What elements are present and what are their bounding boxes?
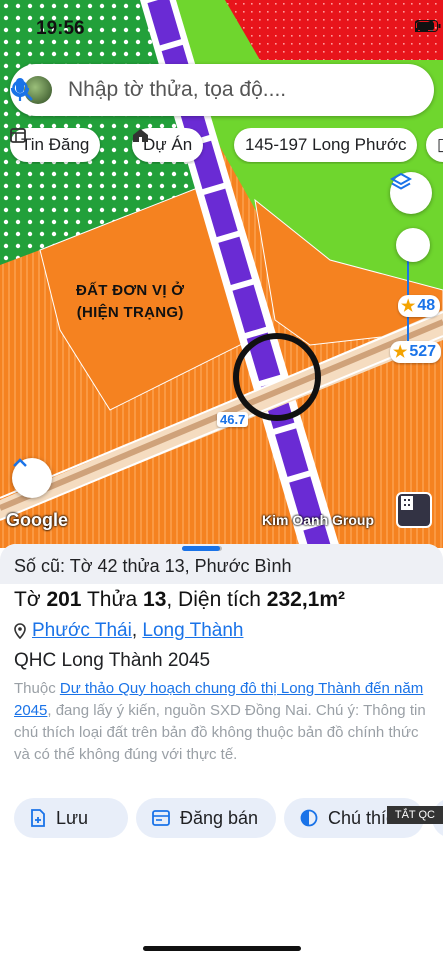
disable-ads-button[interactable]: TẮT QC: [386, 806, 443, 824]
road-label-value: 46.7: [220, 412, 246, 427]
chip-more[interactable]: ▯: [426, 128, 443, 162]
ward-link[interactable]: Phước Thái: [32, 620, 132, 641]
plan-name: QHC Long Thành 2045: [14, 650, 211, 671]
zone-label: ĐẤT ĐƠN VỊ Ở (HIỆN TRẠNG): [76, 280, 184, 324]
filter-chips: Tin Đăng Dự Án 145-197 Long Phước ▯: [10, 128, 443, 164]
post-for-sale-button[interactable]: Đăng bán: [136, 798, 276, 838]
post-icon: [152, 810, 170, 826]
battery-icon: [415, 20, 441, 32]
save-button[interactable]: Lưu: [14, 798, 128, 838]
parcel-number: 13: [143, 588, 167, 611]
street-view-thumbnail[interactable]: [396, 492, 432, 528]
chevron-up-icon: [13, 458, 27, 467]
google-logo: Google: [6, 510, 68, 530]
parcel-title: Tờ 201 Thửa 13, Diện tích 232,1m²: [14, 588, 345, 611]
brand-watermark: Kim Oanh Group: [262, 512, 374, 528]
zone-label-line2: (HIỆN TRẠNG): [76, 304, 184, 321]
more-icon: ▯: [437, 135, 443, 154]
post-label: Đăng bán: [180, 807, 259, 828]
chip-address[interactable]: 145-197 Long Phước: [234, 128, 418, 162]
action-buttons: Lưu Đăng bán Chú thích: [14, 798, 443, 838]
listing-icon: [10, 128, 26, 143]
chip-label: Tin Đăng: [21, 135, 90, 154]
sheet-number: 201: [46, 588, 82, 611]
rating-badge[interactable]: ★ 527: [390, 341, 442, 363]
map-view[interactable]: 19:56 Nhập tờ thửa, tọa độ.... Tin Đăng …: [0, 0, 443, 548]
parcel-info-sheet: Số cũ: Tờ 42 thửa 13, Phước Bình Tờ 201 …: [0, 544, 443, 960]
chip-du-an[interactable]: Dự Án: [132, 128, 204, 162]
search-input[interactable]: Nhập tờ thửa, tọa độ....: [68, 78, 286, 102]
road-width-label: 46.7: [217, 412, 249, 427]
legend-icon: [300, 809, 318, 827]
badge-value: 48: [417, 297, 436, 314]
district-link[interactable]: Long Thành: [142, 620, 243, 641]
layers-icon: [390, 172, 412, 190]
microphone-icon[interactable]: [10, 77, 30, 103]
old-reference: Số cũ: Tờ 42 thửa 13, Phước Bình: [14, 556, 292, 576]
plan-description: Thuộc Dư thảo Quy hoạch chung đô thị Lon…: [14, 680, 426, 763]
layers-button[interactable]: [390, 172, 432, 214]
star-icon: ★: [401, 298, 416, 315]
save-icon: [31, 809, 45, 827]
location-pin-icon: [14, 623, 26, 639]
sheet-grabber[interactable]: [182, 546, 222, 551]
opacity-slider-handle[interactable]: [396, 228, 430, 262]
badge-value: 527: [409, 343, 437, 360]
chip-label: Dự Án: [143, 135, 193, 154]
building-icon: [133, 129, 148, 142]
star-icon: ★: [393, 344, 408, 361]
building-thumb-icon: [401, 496, 413, 510]
expand-button[interactable]: [12, 458, 52, 498]
parcel-area: 232,1m²: [266, 588, 345, 611]
save-label: Lưu: [56, 807, 89, 828]
chip-tin-dang[interactable]: Tin Đăng: [10, 128, 101, 162]
status-time: 19:56: [36, 18, 85, 39]
zone-label-line1: ĐẤT ĐƠN VỊ Ở: [76, 282, 185, 299]
rating-badge[interactable]: ★ 48: [398, 295, 441, 317]
search-bar[interactable]: Nhập tờ thửa, tọa độ....: [10, 64, 434, 116]
location-row: Phước Thái, Long Thành: [14, 620, 243, 642]
status-bar: 19:56: [0, 0, 443, 58]
home-indicator[interactable]: [143, 946, 301, 951]
chip-label: 145-197 Long Phước: [245, 135, 407, 154]
